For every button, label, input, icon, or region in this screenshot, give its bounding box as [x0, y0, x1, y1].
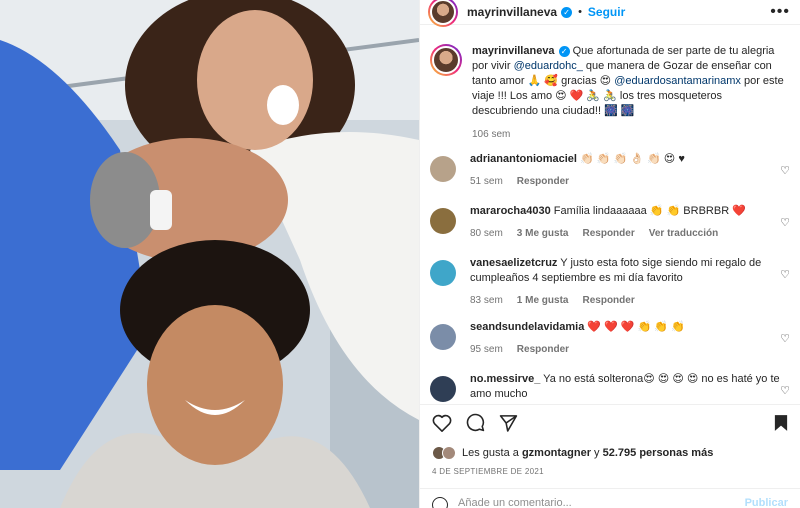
commenter-username[interactable]: mararocha4030: [470, 205, 551, 217]
post-side-panel: mayrinvillaneva ✓ • Seguir ••• mayrinvil…: [419, 0, 800, 508]
reply-button[interactable]: Responder: [582, 293, 634, 308]
likes-count[interactable]: 52.795 personas más: [603, 447, 714, 459]
commenter-username[interactable]: no.messirve_: [470, 373, 540, 385]
commenter-avatar[interactable]: [430, 376, 456, 402]
verified-icon: ✓: [561, 6, 573, 18]
comment-item: seandsundelavidamia ❤️ ❤️ ❤️ 👏 👏 👏 95 se…: [430, 320, 792, 357]
verified-icon: ✓: [558, 46, 570, 57]
likes-user[interactable]: gzmontagner: [522, 447, 591, 459]
comment-input[interactable]: [458, 497, 745, 508]
like-comment-heart-icon[interactable]: ♡: [780, 384, 790, 397]
comment-bubble-icon[interactable]: [466, 413, 485, 432]
commenter-avatar[interactable]: [430, 156, 456, 182]
caption-username[interactable]: mayrinvillaneva: [472, 45, 555, 57]
post-caption: mayrinvillaneva ✓ Que afortunada de ser p…: [420, 26, 800, 142]
comment-text: ❤️ ❤️ ❤️ 👏 👏 👏: [584, 321, 685, 333]
reply-button[interactable]: Responder: [517, 174, 569, 189]
comment-time[interactable]: 83 sem: [470, 293, 503, 308]
post-header: mayrinvillaneva ✓ • Seguir •••: [420, 0, 800, 27]
follow-button[interactable]: Seguir: [588, 5, 625, 19]
liker-avatar: [442, 446, 456, 460]
save-bookmark-icon[interactable]: [774, 414, 788, 432]
caption-time[interactable]: 106 sem: [472, 127, 790, 142]
comment-item: vanesaelizetcruz Y justo esta foto sige …: [430, 256, 792, 308]
post-photo[interactable]: [0, 0, 419, 508]
caption-avatar[interactable]: [430, 44, 462, 76]
post-image: [0, 0, 419, 508]
reply-button[interactable]: Responder: [582, 226, 634, 241]
like-comment-heart-icon[interactable]: ♡: [780, 164, 790, 177]
commenter-avatar[interactable]: [430, 208, 456, 234]
reply-button[interactable]: Responder: [517, 342, 569, 357]
likes-summary[interactable]: Les gusta a gzmontagner y 52.795 persona…: [432, 446, 713, 460]
comment-item: no.messirve_ Ya no está solterona😍 😍 😍 😍…: [430, 372, 792, 402]
caption-mention-2[interactable]: @eduardosantamarinamx: [614, 75, 741, 87]
comment-meta: 83 sem 1 Me gusta Responder: [470, 293, 792, 308]
comment-meta: 80 sem 3 Me gusta Responder Ver traducci…: [470, 226, 792, 241]
comment-meta: 51 sem Responder: [470, 174, 792, 189]
like-comment-heart-icon[interactable]: ♡: [780, 332, 790, 345]
comment-meta: 95 sem Responder: [470, 342, 792, 357]
commenter-avatar[interactable]: [430, 260, 456, 286]
likes-text: Les gusta a gzmontagner y 52.795 persona…: [462, 447, 714, 459]
comment-item: adrianantoniomaciel 👏🏻 👏🏻 👏🏻 👌🏻 👏🏻 😍 ♥ 5…: [430, 152, 792, 189]
comment-likes[interactable]: 3 Me gusta: [517, 226, 569, 241]
commenter-avatar[interactable]: [430, 324, 456, 350]
comment-item: mararocha4030 Família lindaaaaaa 👏 👏 BRB…: [430, 204, 792, 241]
post-date[interactable]: 4 DE SEPTIEMBRE DE 2021: [432, 467, 544, 476]
like-heart-icon[interactable]: [432, 414, 452, 432]
commenter-username[interactable]: vanesaelizetcruz: [470, 257, 557, 269]
translate-button[interactable]: Ver traducción: [649, 226, 718, 241]
comment-time[interactable]: 80 sem: [470, 226, 503, 241]
caption-body: mayrinvillaneva ✓ Que afortunada de ser p…: [472, 44, 790, 142]
share-paper-plane-icon[interactable]: [499, 414, 518, 432]
emoji-smiley-icon[interactable]: [432, 497, 448, 508]
like-comment-heart-icon[interactable]: ♡: [780, 216, 790, 229]
commenter-username[interactable]: adrianantoniomaciel: [470, 153, 577, 165]
comment-time[interactable]: 51 sem: [470, 174, 503, 189]
comment-time[interactable]: 95 sem: [470, 342, 503, 357]
comment-likes[interactable]: 1 Me gusta: [517, 293, 569, 308]
add-comment-bar: Publicar: [420, 488, 800, 508]
comment-text: Família lindaaaaaa 👏 👏 BRBRBR ❤️: [550, 205, 746, 217]
post-actions: [420, 404, 800, 440]
caption-mention-1[interactable]: @eduardohc_: [514, 60, 583, 72]
comment-text: 👏🏻 👏🏻 👏🏻 👌🏻 👏🏻 😍 ♥: [576, 153, 685, 165]
comments-list[interactable]: mayrinvillaneva ✓ Que afortunada de ser p…: [420, 26, 800, 404]
header-separator: •: [578, 6, 582, 18]
publish-button[interactable]: Publicar: [745, 497, 788, 508]
commenter-username[interactable]: seandsundelavidamia: [470, 321, 584, 333]
like-comment-heart-icon[interactable]: ♡: [780, 268, 790, 281]
author-username[interactable]: mayrinvillaneva: [467, 5, 557, 19]
author-avatar[interactable]: [428, 0, 458, 27]
more-options-icon[interactable]: •••: [770, 3, 790, 21]
